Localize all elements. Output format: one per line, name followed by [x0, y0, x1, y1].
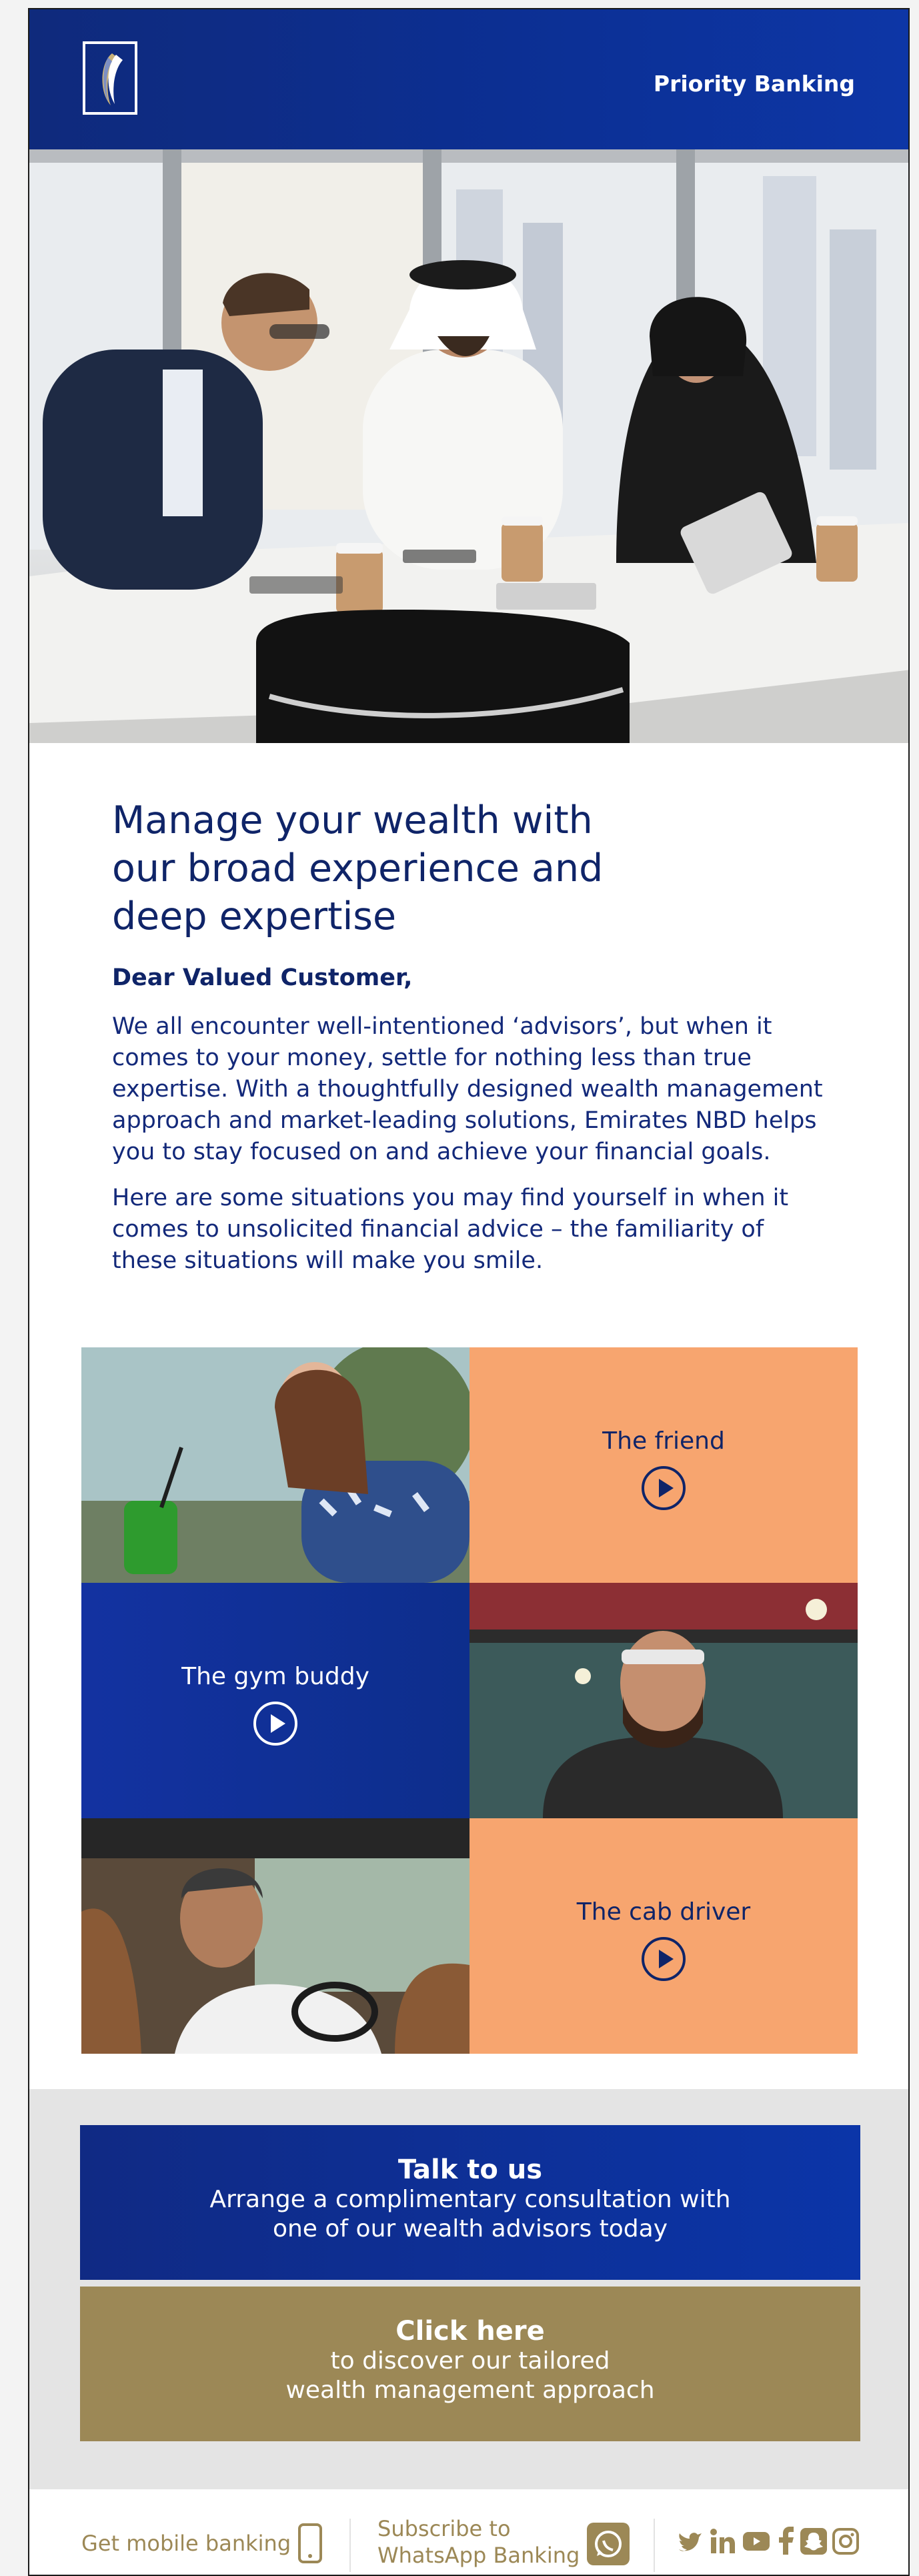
snapchat-icon[interactable] — [800, 2528, 827, 2557]
salutation: Dear Valued Customer, — [112, 964, 413, 991]
talk-to-us-title: Talk to us — [397, 2154, 543, 2185]
priority-banking-label: Priority Banking — [653, 71, 855, 97]
gym-buddy-video-card[interactable]: The gym buddy — [81, 1583, 470, 1818]
mobile-banking-link[interactable]: Get mobile banking — [81, 2531, 291, 2556]
footer-divider — [349, 2519, 351, 2572]
click-here-line-1: to discover our tailored — [330, 2347, 610, 2375]
click-here-title: Click here — [395, 2316, 545, 2347]
instagram-icon[interactable] — [832, 2528, 859, 2557]
whatsapp-label-line-2[interactable]: WhatsApp Banking — [377, 2543, 580, 2568]
email-container: Priority Banking Manage your wealth with… — [28, 8, 910, 2576]
video-grid: The friend The gym buddy The cab driver — [81, 1347, 858, 2054]
header-bar: Priority Banking — [29, 9, 908, 149]
linkedin-icon[interactable] — [710, 2528, 736, 2557]
cab-driver-video-label: The cab driver — [576, 1898, 751, 1926]
intro-paragraph-2: Here are some situations you may find yo… — [112, 1185, 789, 1274]
whatsapp-icon[interactable] — [587, 2523, 630, 2568]
talk-to-us-line-2: one of our wealth advisors today — [272, 2215, 668, 2242]
hero-image — [29, 149, 908, 743]
facebook-icon[interactable] — [778, 2527, 794, 2557]
gym-buddy-video-label: The gym buddy — [181, 1663, 369, 1690]
cab-driver-video-card[interactable]: The cab driver — [470, 1818, 858, 2054]
footer-divider — [654, 2519, 655, 2572]
friend-video-thumbnail[interactable] — [81, 1347, 470, 1583]
friend-video-card[interactable]: The friend — [470, 1347, 858, 1583]
talk-to-us-line-1: Arrange a complimentary consultation wit… — [209, 2186, 731, 2213]
whatsapp-label-line-1[interactable]: Subscribe to — [377, 2516, 511, 2541]
cab-driver-video-thumbnail[interactable] — [81, 1818, 470, 2054]
friend-video-label: The friend — [602, 1427, 725, 1455]
mobile-phone-icon[interactable] — [297, 2523, 323, 2567]
click-here-button[interactable]: Click here to discover our tailored weal… — [80, 2287, 860, 2441]
play-icon[interactable] — [642, 1466, 686, 1510]
intro-paragraph-1: We all encounter well-intentioned ‘advis… — [112, 1013, 823, 1165]
play-icon[interactable] — [253, 1702, 297, 1746]
gym-buddy-video-thumbnail[interactable] — [470, 1583, 858, 1818]
page-title: Manage your wealth with our broad experi… — [112, 798, 604, 938]
play-icon[interactable] — [642, 1937, 686, 1981]
emirates-nbd-logo[interactable] — [83, 41, 137, 115]
youtube-icon[interactable] — [743, 2531, 770, 2555]
twitter-icon[interactable] — [678, 2531, 703, 2556]
click-here-line-2: wealth management approach — [285, 2377, 655, 2404]
talk-to-us-button[interactable]: Talk to us Arrange a complimentary consu… — [80, 2125, 860, 2280]
intro-section: Manage your wealth with our broad experi… — [112, 796, 832, 1277]
footer-bar: Get mobile banking Subscribe to WhatsApp… — [29, 2489, 908, 2575]
